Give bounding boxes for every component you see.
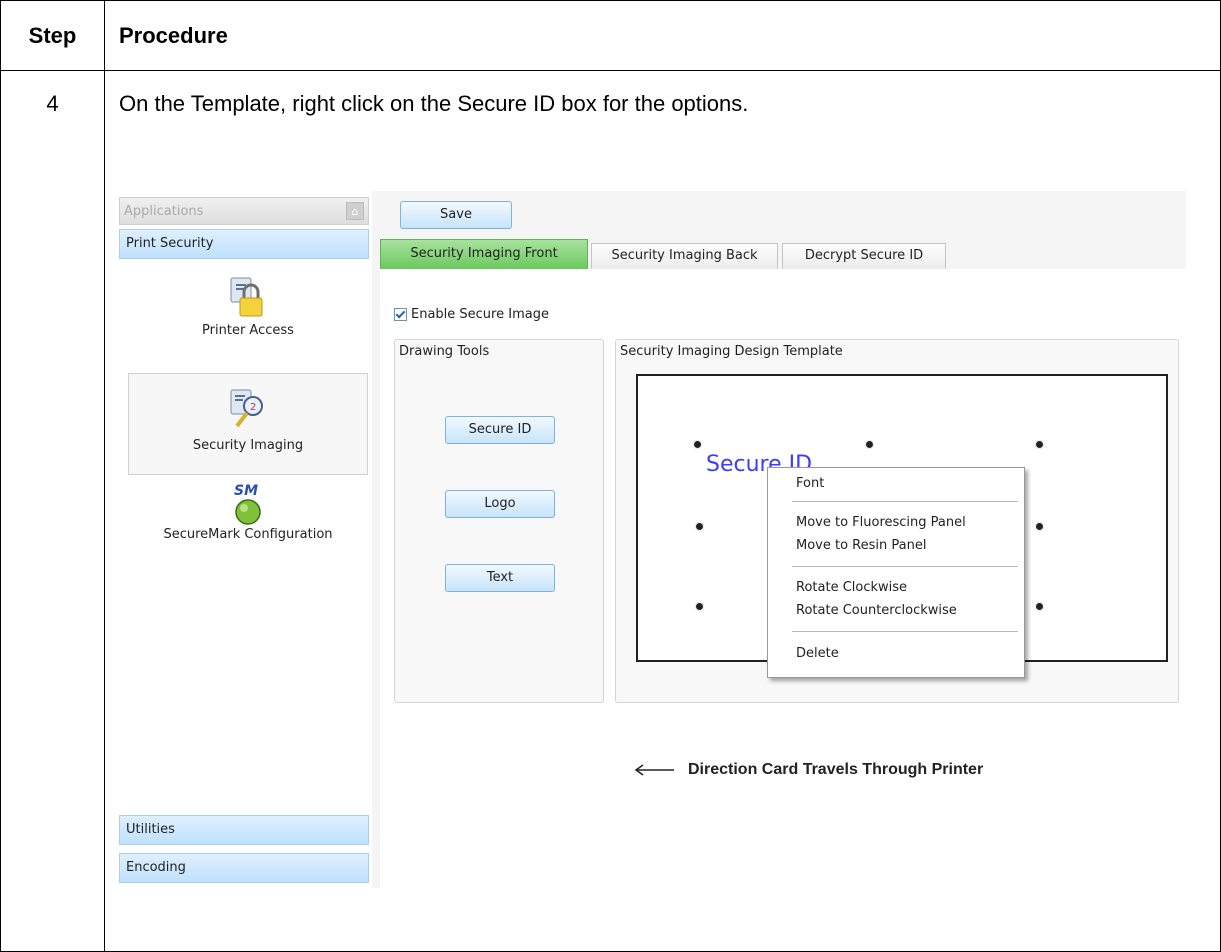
- header-step: Step: [28, 22, 77, 48]
- design-template-title: Security Imaging Design Template: [620, 344, 843, 359]
- menu-item-move-to-fluorescing-panel[interactable]: Move to Fluorescing Panel: [796, 515, 966, 530]
- menu-item-move-to-resin-panel[interactable]: Move to Resin Panel: [796, 538, 926, 553]
- sidebar-header-label: Applications: [124, 204, 204, 219]
- resize-handle-icon[interactable]: [695, 522, 704, 531]
- menu-item-rotate-clockwise[interactable]: Rotate Clockwise: [796, 580, 907, 595]
- sidebar-item-label: SecureMark Configuration: [163, 527, 333, 542]
- menu-separator: [792, 566, 1018, 567]
- save-button[interactable]: Save: [400, 201, 512, 229]
- applications-sidebar: Applications ⌂ Print Security Printer Ac…: [116, 191, 373, 888]
- menu-item-font[interactable]: Font: [796, 476, 824, 491]
- tab-security-imaging-back[interactable]: Security Imaging Back: [591, 243, 778, 269]
- checkbox-checked-icon[interactable]: [394, 308, 407, 321]
- drawing-tools-panel: Drawing Tools Secure ID Logo Text: [394, 339, 604, 703]
- drawing-tools-title: Drawing Tools: [399, 344, 490, 359]
- column-divider: [104, 1, 105, 951]
- procedure-table: Step Procedure 4 On the Template, right …: [0, 0, 1221, 952]
- context-menu: Font Move to Fluorescing Panel Move to R…: [767, 467, 1025, 678]
- design-canvas[interactable]: Secure ID Font Move to Fluorescing Panel…: [636, 374, 1168, 678]
- table-header-row: Step Procedure: [1, 1, 1220, 71]
- text-tool-button[interactable]: Text: [445, 564, 555, 592]
- sidebar-header: Applications ⌂: [119, 197, 369, 225]
- sidebar-item-security-imaging[interactable]: 2 Security Imaging: [128, 373, 368, 475]
- enable-secure-image-label: Enable Secure Image: [411, 307, 549, 322]
- tab-security-imaging-front[interactable]: Security Imaging Front: [380, 239, 588, 269]
- resize-handle-icon[interactable]: [1035, 522, 1044, 531]
- enable-secure-image-checkbox[interactable]: Enable Secure Image: [394, 307, 549, 322]
- securemark-icon: SM: [234, 483, 261, 525]
- menu-item-delete[interactable]: Delete: [796, 646, 839, 661]
- pin-icon[interactable]: ⌂: [346, 202, 364, 220]
- resize-handle-icon[interactable]: [1035, 602, 1044, 611]
- sidebar-item-printer-access[interactable]: Printer Access: [128, 275, 368, 365]
- resize-handle-icon[interactable]: [1035, 440, 1044, 449]
- sidebar-item-label: Security Imaging: [192, 438, 304, 453]
- resize-handle-icon[interactable]: [693, 440, 702, 449]
- security-imaging-icon: 2: [230, 389, 263, 428]
- left-arrow-icon: [634, 764, 674, 776]
- tab-decrypt-secure-id[interactable]: Decrypt Secure ID: [782, 243, 946, 269]
- step-instruction: On the Template, right click on the Secu…: [119, 91, 749, 116]
- menu-item-rotate-counterclockwise[interactable]: Rotate Counterclockwise: [796, 603, 957, 618]
- logo-tool-button[interactable]: Logo: [445, 490, 555, 518]
- direction-caption: Direction Card Travels Through Printer: [634, 761, 983, 779]
- menu-separator: [792, 501, 1018, 502]
- header-procedure: Procedure: [119, 22, 228, 48]
- sidebar-item-securemark-configuration[interactable]: SM SecureMark Configuration: [128, 481, 368, 571]
- svg-text:2: 2: [250, 402, 256, 413]
- secure-id-tool-button[interactable]: Secure ID: [445, 416, 555, 444]
- resize-handle-icon[interactable]: [695, 602, 704, 611]
- tab-bar: Security Imaging Front Security Imaging …: [380, 239, 1186, 270]
- padlock-icon: [230, 277, 263, 317]
- svg-text:SM: SM: [234, 483, 258, 499]
- direction-caption-text: Direction Card Travels Through Printer: [688, 761, 984, 778]
- sidebar-group-print-security[interactable]: Print Security: [119, 229, 369, 259]
- step-number: 4: [46, 91, 59, 116]
- app-screenshot: Applications ⌂ Print Security Printer Ac…: [116, 191, 1186, 888]
- tab-pane-front: Enable Secure Image Drawing Tools Secure…: [380, 269, 1186, 888]
- sidebar-group-utilities[interactable]: Utilities: [119, 815, 369, 845]
- resize-handle-icon[interactable]: [865, 440, 874, 449]
- design-template-panel: Security Imaging Design Template Secure …: [615, 339, 1179, 703]
- sidebar-item-label: Printer Access: [202, 323, 294, 338]
- main-area: Save Security Imaging Front Security Ima…: [372, 191, 1186, 888]
- sidebar-group-encoding[interactable]: Encoding: [119, 853, 369, 883]
- menu-separator: [792, 631, 1018, 632]
